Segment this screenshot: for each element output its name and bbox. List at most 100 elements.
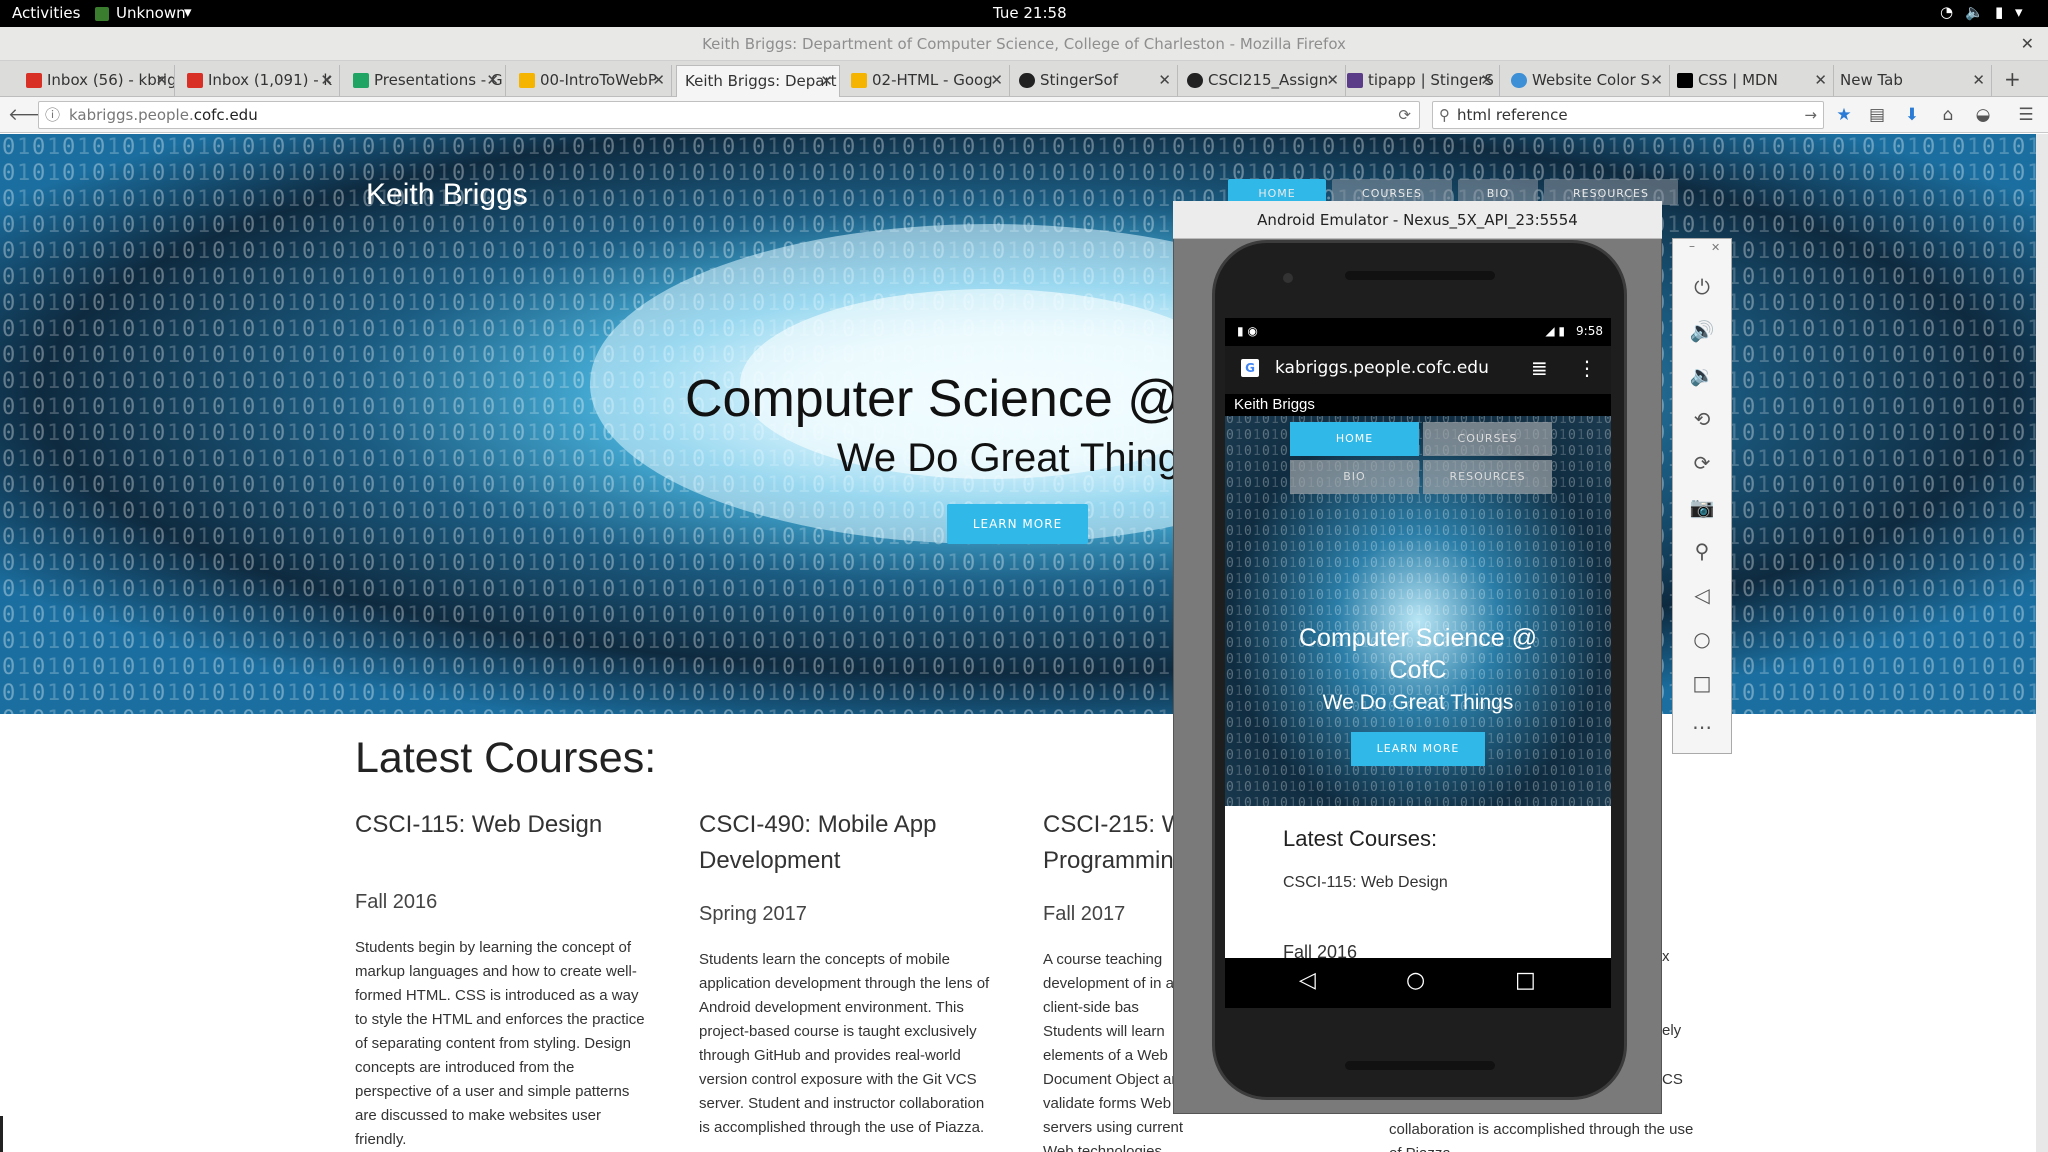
rotate-right-icon[interactable]: ⟳ [1687,448,1717,478]
rotate-left-icon[interactable]: ⟲ [1687,404,1717,434]
activities-button[interactable]: Activities [12,4,80,22]
url-input[interactable]: ⓘ kabriggs.people.cofc.edu ⟳ [38,101,1420,129]
back-icon[interactable]: ◁ [1687,580,1717,610]
bookmark-star-icon[interactable]: ★ [1833,104,1855,126]
gmail-icon [187,73,203,88]
site-name[interactable]: Keith Briggs [366,178,528,212]
tab-label: Website Color S [1532,71,1651,89]
close-icon[interactable]: ✕ [1711,241,1720,254]
course-card: CSCI-115: Web Design Fall 2016 Students … [355,807,655,1152]
app-menu[interactable]: Unknown [116,4,186,22]
course-title[interactable]: CSCI-215: W Programmin [1043,807,1193,879]
overview-icon[interactable]: □ [1687,668,1717,698]
wifi-icon[interactable]: ◔ [1940,3,1953,21]
clock[interactable]: Tue 21:58 [993,4,1067,22]
tab-css-mdn[interactable]: CSS | MDN ✕ [1670,65,1834,97]
search-input[interactable]: ⚲ html reference → [1432,101,1824,129]
tab-presentations[interactable]: Presentations - G ✕ [346,65,506,97]
gmail-icon [26,73,42,88]
speaker-grille [1345,1061,1495,1070]
android-recents-icon[interactable]: □ [1515,968,1536,993]
course-fragment: ely [1662,1022,1682,1039]
volume-down-icon[interactable]: 🔉 [1687,360,1717,390]
android-home-icon[interactable]: ○ [1406,968,1425,993]
course-description: A course teaching development of in and … [1043,951,1191,1152]
course-description: Students learn the concepts of mobile ap… [699,951,990,1136]
course-title[interactable]: CSCI-115: Web Design [355,807,655,879]
hero-subtitle: We Do Great Thing [836,436,1180,480]
tab-inbox-1[interactable]: Inbox (56) - kbrig ✕ [19,65,175,97]
tab-stingersof[interactable]: StingerSof ✕ [1012,65,1178,97]
download-icon[interactable]: ⬇ [1901,104,1923,126]
tab-keith-briggs[interactable]: Keith Briggs: Depart ✕ [676,65,840,98]
close-tab-icon[interactable]: ✕ [820,66,833,96]
pocket-icon[interactable]: ◒ [1972,104,1994,126]
close-tab-icon[interactable]: ✕ [1650,65,1663,95]
tab-intro-web[interactable]: 00-IntroToWebP ✕ [512,65,672,97]
info-icon[interactable]: ⓘ [45,102,60,128]
tabs-icon[interactable]: ≣ [1531,356,1548,380]
mobile-learn-more-button[interactable]: LEARN MORE [1351,732,1485,766]
mobile-hero-title: Computer Science @ CofC [1299,624,1537,684]
course-fragment: x [1662,948,1670,965]
close-tab-icon[interactable]: ✕ [1480,65,1493,95]
mobile-course-title[interactable]: CSCI-115: Web Design [1283,874,1448,892]
course-title[interactable]: CSCI-490: Mobile App Development [699,807,999,879]
camera-icon[interactable]: 📷 [1687,492,1717,522]
tab-new-tab[interactable]: New Tab ✕ [1836,65,1992,97]
close-tab-icon[interactable]: ✕ [990,65,1003,95]
android-status-bar: ▮ ◉ ◢ ▮ 9:58 [1225,318,1611,346]
mobile-url[interactable]: kabriggs.people.cofc.edu [1275,358,1489,378]
tab-tipapp[interactable]: tipapp | StingerS ✕ [1340,65,1500,97]
close-tab-icon[interactable]: ✕ [155,65,168,95]
new-tab-plus-icon[interactable]: + [2004,67,2021,91]
github-icon [1187,73,1203,88]
mobile-course-term: Fall 2016 [1283,942,1358,958]
hamburger-menu-icon[interactable]: ☰ [2015,104,2037,126]
mobile-site-name[interactable]: Keith Briggs [1234,396,1315,413]
learn-more-button[interactable]: LEARN MORE [947,504,1088,544]
system-menu-chevron-icon[interactable]: ▾ [2015,3,2023,21]
tab-html[interactable]: 02-HTML - Goog ✕ [844,65,1010,97]
zoom-icon[interactable]: ⚲ [1687,536,1717,566]
close-tab-icon[interactable]: ✕ [1972,65,1985,95]
mobile-nav-courses[interactable]: COURSES [1423,422,1552,456]
window-titlebar: Keith Briggs: Department of Computer Sci… [0,27,2048,61]
home-icon[interactable]: ○ [1687,624,1717,654]
close-tab-icon[interactable]: ✕ [652,65,665,95]
page-scrollbar[interactable] [2036,134,2048,714]
close-tab-icon[interactable]: ✕ [1326,65,1339,95]
minimize-icon[interactable]: – [1689,239,1695,253]
close-tab-icon[interactable]: ✕ [1814,65,1827,95]
close-tab-icon[interactable]: ✕ [1158,65,1171,95]
search-go-icon[interactable]: → [1804,102,1817,128]
tab-csci215[interactable]: CSCI215_Assign ✕ [1180,65,1346,97]
android-back-icon[interactable]: ◁ [1299,968,1316,993]
tab-strip: Inbox (56) - kbrig ✕ Inbox (1,091) - k ✕ P… [0,61,2048,98]
close-tab-icon[interactable]: ✕ [320,65,333,95]
volume-icon[interactable]: 🔈 [1965,3,1984,21]
close-tab-icon[interactable]: ✕ [486,65,499,95]
front-camera [1283,273,1293,283]
tab-website-color[interactable]: Website Color S ✕ [1504,65,1670,97]
mdn-icon [1677,73,1693,88]
course-term: Fall 2017 [1043,903,1126,925]
mobile-nav-home[interactable]: HOME [1290,422,1419,456]
power-icon[interactable]: ⏻ [1687,272,1717,302]
tab-label: Inbox (1,091) - k [208,71,333,89]
home-icon[interactable]: ⌂ [1937,104,1959,126]
mobile-nav-bio[interactable]: BIO [1290,460,1419,494]
reload-icon[interactable]: ⟳ [1398,102,1411,128]
notification-icons: ▮ ◉ [1237,324,1258,338]
emulator-title[interactable]: Android Emulator - Nexus_5X_API_23:5554 [1173,201,1662,239]
mobile-nav-resources[interactable]: RESOURCES [1423,460,1552,494]
overflow-menu-icon[interactable]: ⋮ [1577,356,1597,380]
volume-up-icon[interactable]: 🔊 [1687,316,1717,346]
battery-icon[interactable]: ▮ [1995,3,2003,21]
close-window-icon[interactable]: ✕ [2021,27,2034,61]
page-scrollbar[interactable] [2036,714,2048,1152]
tab-inbox-2[interactable]: Inbox (1,091) - k ✕ [180,65,340,97]
reading-list-icon[interactable]: ▤ [1866,104,1888,126]
back-icon[interactable]: 🡐 [8,104,54,126]
more-icon[interactable]: ⋯ [1687,712,1717,742]
